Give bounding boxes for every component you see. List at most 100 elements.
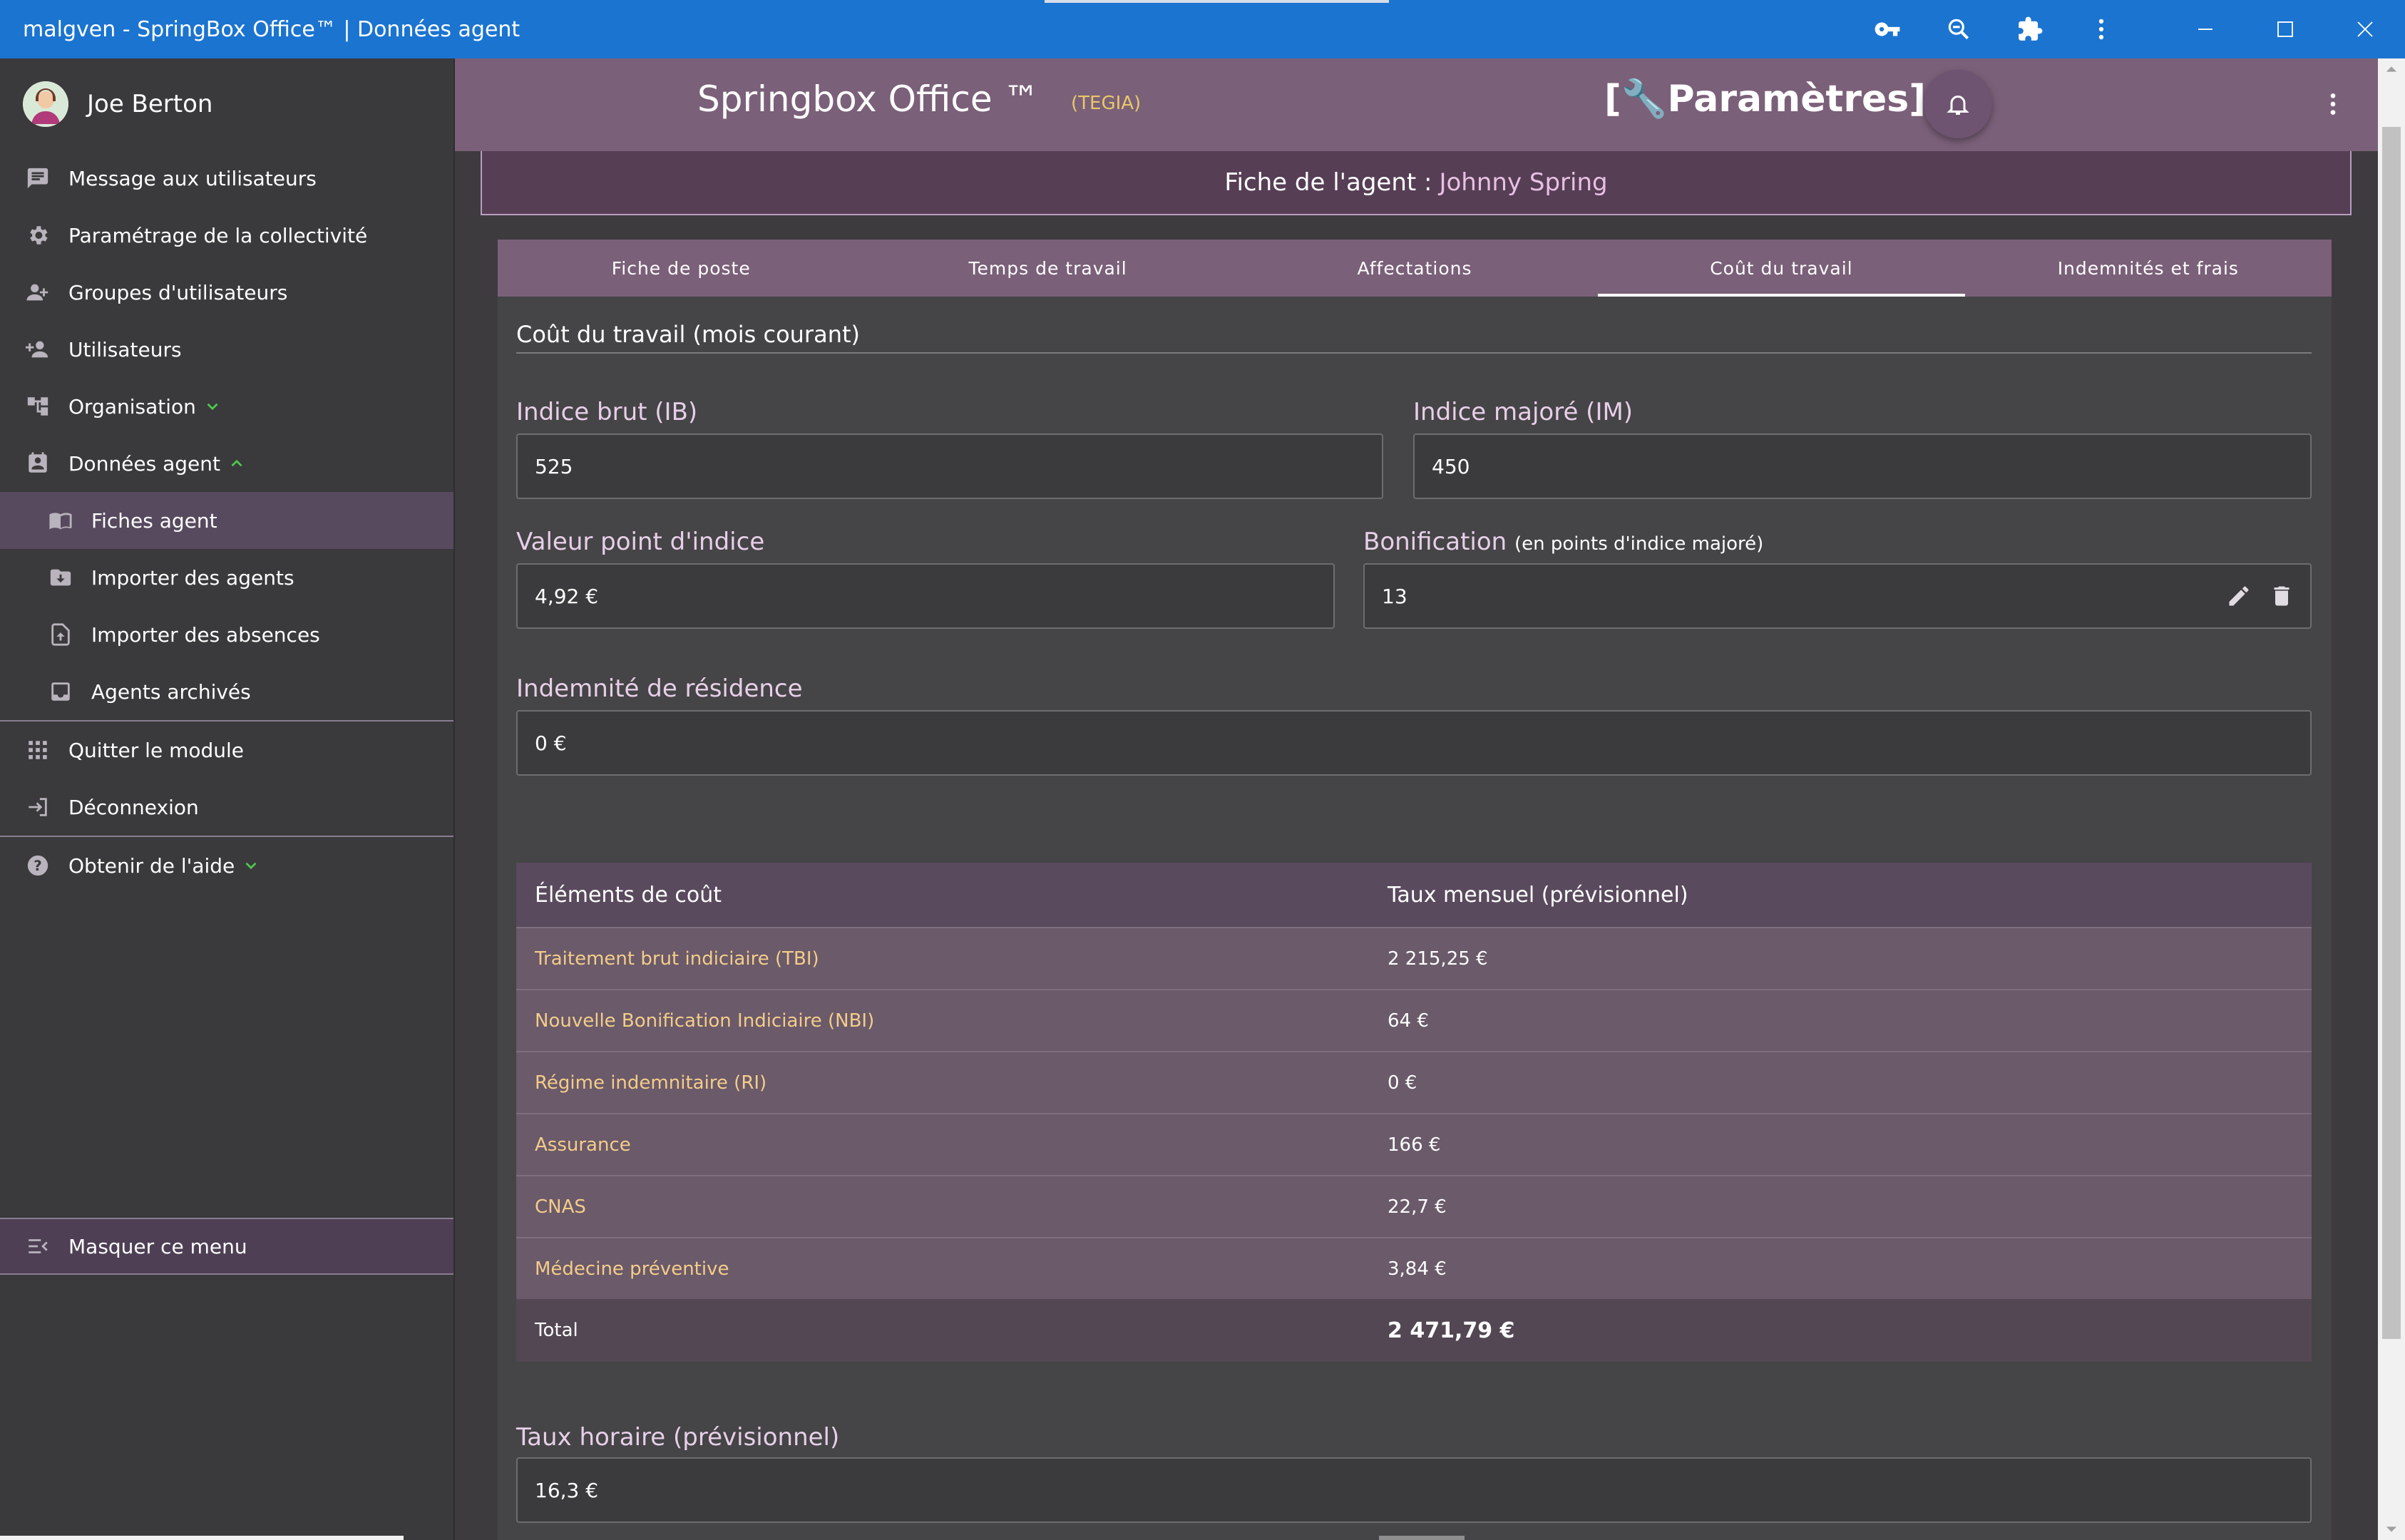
cost-table: Éléments de coût Taux mensuel (prévision… — [516, 863, 2312, 1362]
chevron-up-icon — [231, 459, 242, 467]
agent-prefix: Fiche de l'agent : — [1224, 168, 1432, 197]
scroll-down-arrow-icon[interactable] — [2385, 1523, 2398, 1536]
agent-name: Johnny Spring — [1439, 168, 1608, 197]
cost-element-value: 166 € — [1388, 1134, 1441, 1156]
hide-menu-button[interactable]: Masquer ce menu — [0, 1218, 453, 1275]
sidebar-item-label: Obtenir de l'aide — [68, 853, 235, 878]
hide-menu-label: Masquer ce menu — [68, 1234, 247, 1258]
scroll-thumb[interactable] — [2382, 127, 2401, 1339]
tab-cout-du-travail[interactable]: Coût du travail — [1598, 240, 1966, 297]
key-icon[interactable] — [1852, 0, 1923, 58]
sidebar-item-quit-module[interactable]: Quitter le module — [0, 722, 453, 779]
tab-affectations[interactable]: Affectations — [1231, 240, 1598, 297]
header-menu-icon[interactable] — [2319, 90, 2347, 118]
sidebar-item-label: Groupes d'utilisateurs — [68, 280, 288, 304]
book-icon — [49, 513, 72, 530]
bonification-field[interactable]: 13 — [1363, 563, 2312, 629]
cost-element-label: Régime indemnitaire (RI) — [535, 1072, 767, 1094]
valeur-point-label: Valeur point d'indice — [516, 528, 765, 556]
sidebar-item-messages[interactable]: Message aux utilisateurs — [0, 150, 453, 207]
column-header-monthly-rate: Taux mensuel (prévisionnel) — [1388, 882, 1688, 908]
cost-element-value: 64 € — [1388, 1010, 1429, 1032]
minimize-button[interactable] — [2165, 0, 2245, 58]
puzzle-icon[interactable] — [1994, 0, 2066, 58]
person-add-icon — [26, 341, 48, 358]
group-icon — [26, 284, 48, 301]
page-scrollbar[interactable] — [2378, 58, 2405, 1540]
avatar — [23, 81, 68, 127]
sidebar-item-logout[interactable]: Déconnexion — [0, 779, 453, 836]
total-label: Total — [535, 1320, 578, 1341]
table-row: Médecine préventive 3,84 € — [516, 1237, 2312, 1299]
table-row: Régime indemnitaire (RI) 0 € — [516, 1051, 2312, 1113]
sidebar-item-label: Quitter le module — [68, 738, 244, 762]
residence-label: Indemnité de résidence — [516, 674, 803, 703]
bonification-sublabel: (en points d'indice majoré) — [1514, 533, 1764, 555]
app-title: Springbox Office ™ — [697, 78, 1040, 120]
maximize-button[interactable] — [2245, 0, 2325, 58]
indice-majore-field[interactable]: 450 — [1413, 433, 2312, 499]
horizontal-scroll-thumb[interactable] — [1379, 1536, 1465, 1540]
tab-temps-de-travail[interactable]: Temps de travail — [864, 240, 1231, 297]
sidebar-item-organisation[interactable]: Organisation — [0, 378, 453, 435]
table-row: CNAS 22,7 € — [516, 1175, 2312, 1237]
app-header: Springbox Office ™ (TEGIA) [🔧Paramètres] — [455, 58, 2378, 151]
table-header: Éléments de coût Taux mensuel (prévision… — [516, 863, 2312, 927]
sidebar-item-donnees-agent[interactable]: Données agent — [0, 435, 453, 492]
gear-icon — [30, 226, 48, 245]
indice-brut-label: Indice brut (IB) — [516, 398, 698, 426]
sidebar-item-label: Paramétrage de la collectivité — [68, 223, 368, 247]
valeur-point-field[interactable]: 4,92 € — [516, 563, 1335, 629]
sidebar-item-label: Agents archivés — [91, 679, 251, 704]
bonification-value: 13 — [1382, 584, 1407, 608]
section-title: Coût du travail (mois courant) — [516, 321, 860, 348]
cost-element-label: CNAS — [535, 1196, 586, 1218]
help-icon: ? — [27, 855, 48, 876]
sidebar-item-label: Données agent — [68, 451, 221, 476]
cost-element-label: Assurance — [535, 1134, 631, 1156]
sidebar-item-settings[interactable]: Paramétrage de la collectivité — [0, 207, 453, 264]
residence-field[interactable]: 0 € — [516, 710, 2312, 776]
agent-banner: Fiche de l'agent : Johnny Spring — [481, 151, 2352, 215]
delete-icon[interactable] — [2269, 583, 2294, 609]
parameters-title[interactable]: [🔧Paramètres] — [1604, 77, 1926, 120]
sidebar-item-label: Déconnexion — [68, 795, 199, 819]
agent-card-icon — [29, 452, 47, 473]
menu-collapse-icon — [29, 1239, 48, 1253]
cost-element-value: 3,84 € — [1388, 1258, 1447, 1280]
scroll-up-arrow-icon[interactable] — [2385, 63, 2398, 76]
loading-indicator — [1045, 0, 1389, 3]
user-profile[interactable]: Joe Berton — [0, 58, 453, 150]
sidebar-item-import-agents[interactable]: Importer des agents — [0, 549, 453, 606]
sidebar-item-archived-agents[interactable]: Agents archivés — [0, 663, 453, 720]
indice-brut-field[interactable]: 525 — [516, 433, 1383, 499]
archive-icon — [51, 682, 70, 701]
zoom-out-icon[interactable] — [1923, 0, 1994, 58]
sidebar-item-import-absences[interactable]: Importer des absences — [0, 606, 453, 663]
sidebar-item-groups[interactable]: Groupes d'utilisateurs — [0, 264, 453, 321]
bonification-label-text: Bonification — [1363, 528, 1507, 556]
taux-horaire-field[interactable]: 16,3 € — [516, 1457, 2312, 1523]
edit-icon[interactable] — [2226, 583, 2252, 609]
kebab-icon[interactable] — [2066, 0, 2137, 58]
cost-element-label: Médecine préventive — [535, 1258, 729, 1280]
bonification-label: Bonification (en points d'indice majoré) — [1363, 528, 1763, 556]
tab-bar: Fiche de poste Temps de travail Affectat… — [498, 240, 2332, 297]
close-button[interactable] — [2325, 0, 2405, 58]
table-total-row: Total 2 471,79 € — [516, 1299, 2312, 1362]
sidebar-item-label: Utilisateurs — [68, 337, 182, 361]
table-row: Traitement brut indiciaire (TBI) 2 215,2… — [516, 927, 2312, 989]
cost-element-label: Nouvelle Bonification Indiciaire (NBI) — [535, 1010, 875, 1032]
notifications-button[interactable] — [1924, 70, 1992, 138]
org-label: (TEGIA) — [1071, 93, 1142, 114]
sidebar-item-label: Importer des agents — [91, 565, 294, 590]
chevron-down-icon — [245, 862, 257, 870]
horizontal-scroll-track — [0, 1536, 404, 1540]
sidebar-item-label: Importer des absences — [91, 622, 320, 647]
sidebar-item-help[interactable]: ? Obtenir de l'aide — [0, 837, 453, 894]
column-header-elements: Éléments de coût — [535, 882, 722, 908]
sidebar-item-fiches-agent[interactable]: Fiches agent — [0, 492, 453, 549]
tab-indemnites-et-frais[interactable]: Indemnités et frais — [1965, 240, 2332, 297]
tab-fiche-de-poste[interactable]: Fiche de poste — [498, 240, 864, 297]
sidebar-item-users[interactable]: Utilisateurs — [0, 321, 453, 378]
